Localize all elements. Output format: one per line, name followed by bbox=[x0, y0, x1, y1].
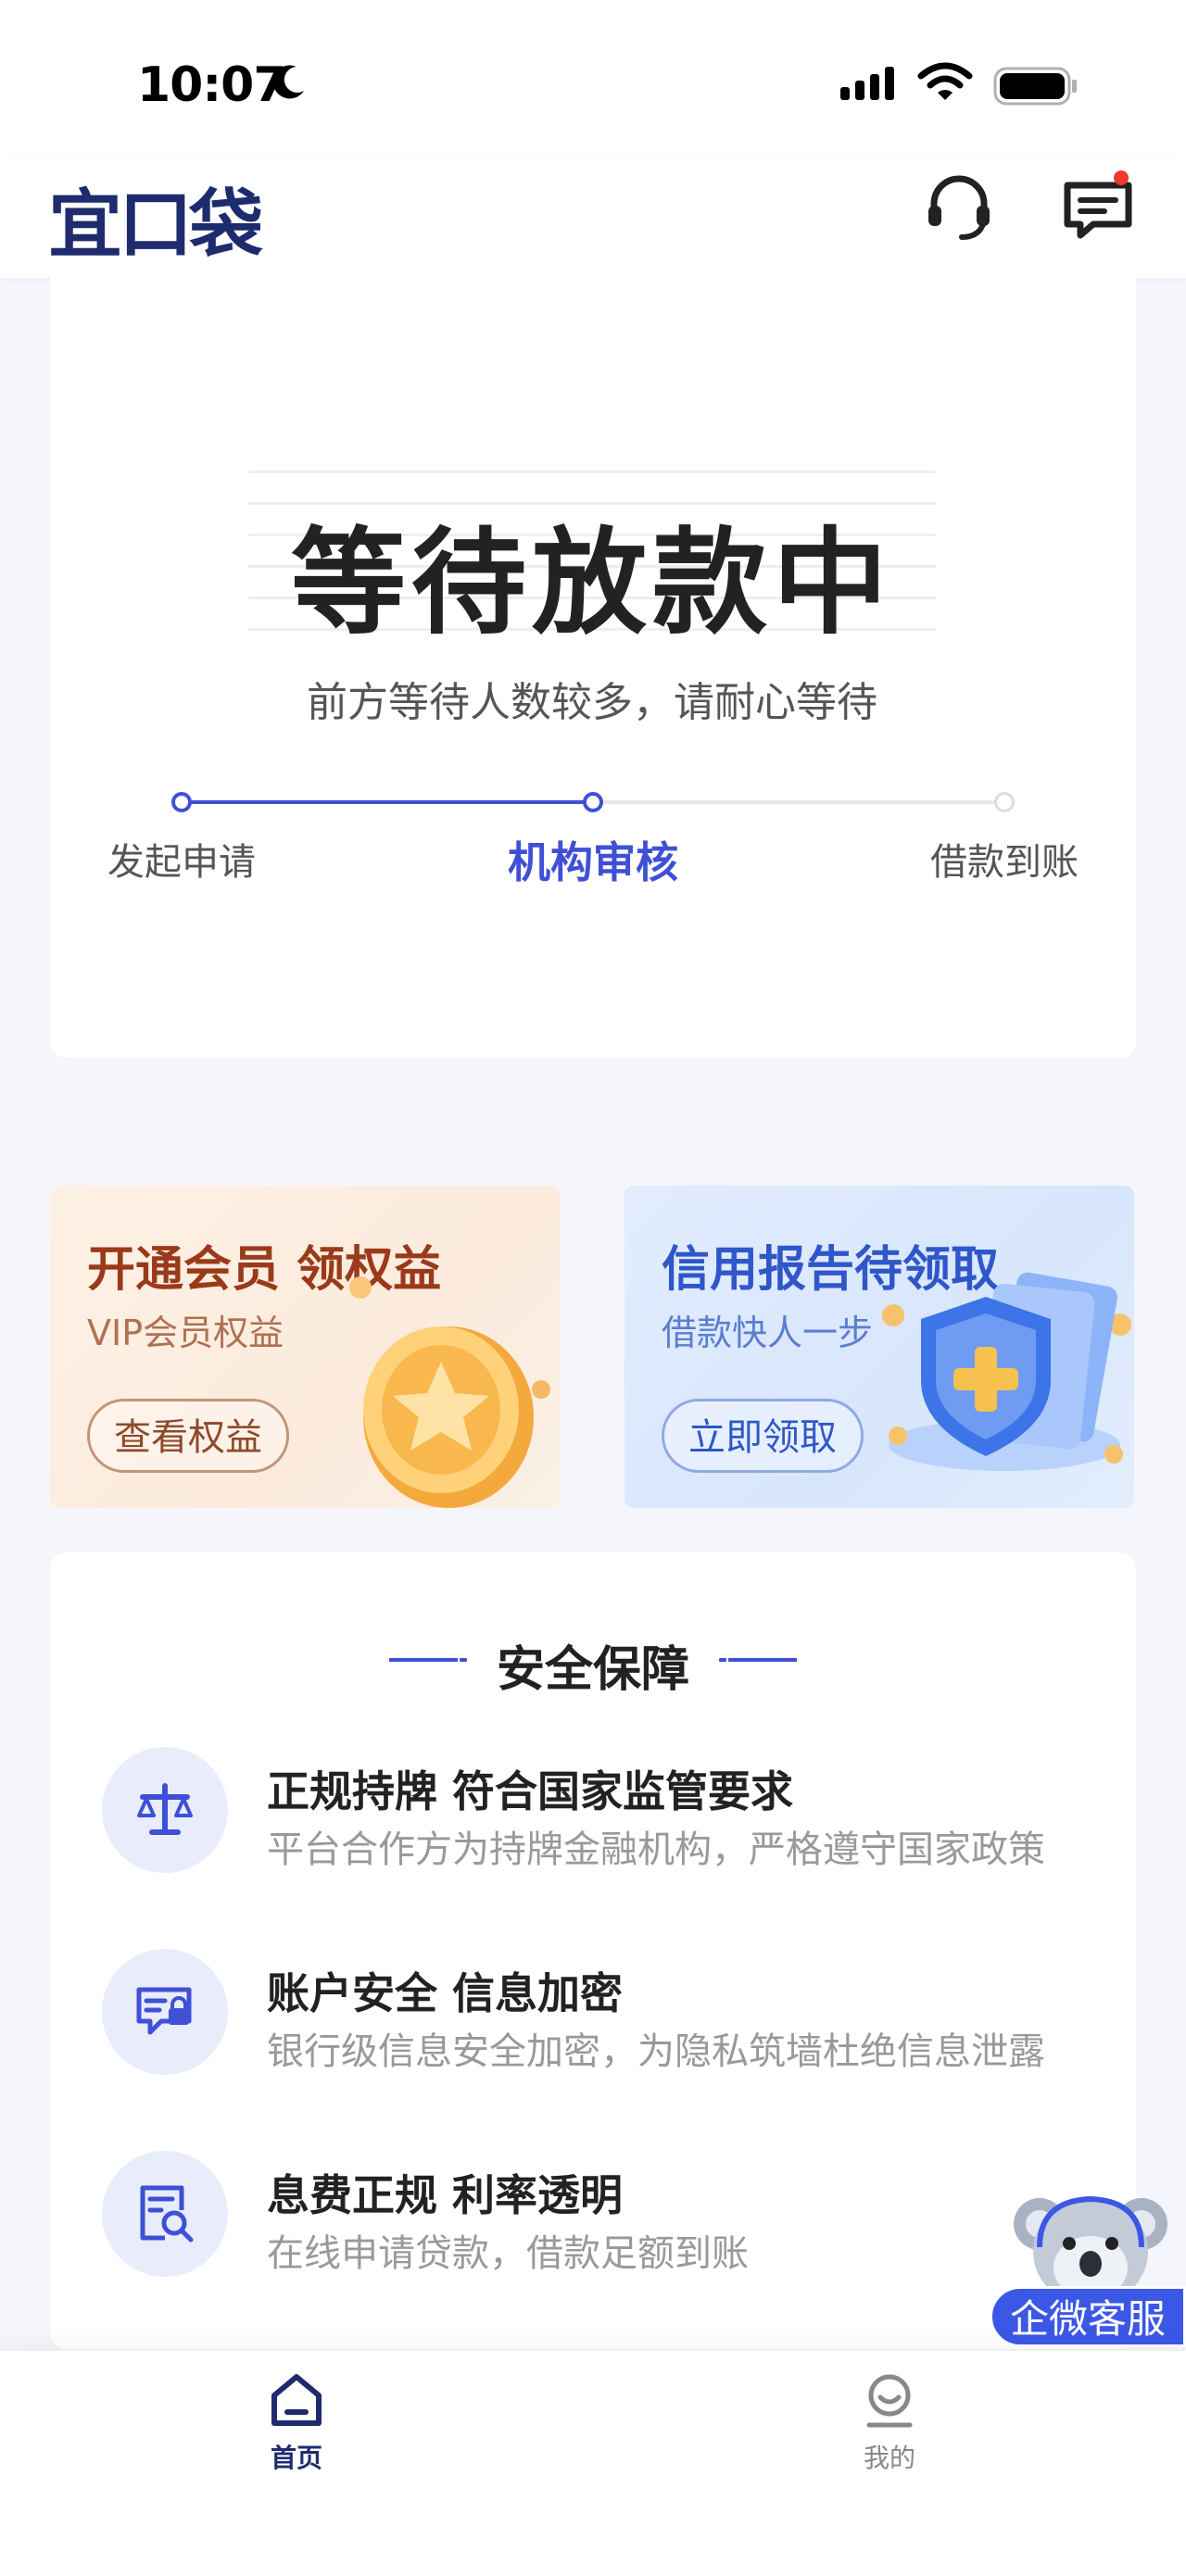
loan-status-card bbox=[50, 278, 1136, 1058]
feature-desc-transparent-fees: 在线申请贷款，借款足额到账 bbox=[267, 2232, 749, 2275]
title-decoration-right bbox=[719, 1658, 797, 1662]
security-title: 安全保障 bbox=[496, 1642, 689, 1698]
credit-promo-subtitle: 借款快人一步 bbox=[662, 1313, 874, 1353]
step-dot-apply bbox=[171, 792, 192, 812]
claim-now-button[interactable]: 立即领取 bbox=[662, 1399, 864, 1473]
view-benefits-button[interactable]: 查看权益 bbox=[87, 1399, 289, 1473]
status-title: 等待放款中 bbox=[290, 517, 893, 650]
balance-scale-icon bbox=[137, 1783, 193, 1835]
progress-track-completed bbox=[182, 800, 593, 804]
vip-promo-card[interactable]: 开通会员 领权益 VIP会员权益 查看权益 bbox=[50, 1186, 560, 1508]
bottom-tab-bar bbox=[0, 2351, 1186, 2576]
step-label-disburse: 借款到账 bbox=[930, 841, 1079, 884]
progress-track-pending bbox=[593, 800, 1004, 804]
home-icon bbox=[271, 2374, 322, 2426]
tab-mine[interactable]: 我的 bbox=[797, 2371, 982, 2475]
document-search-icon bbox=[140, 2185, 194, 2243]
cellular-signal-icon bbox=[840, 67, 894, 100]
messages-button[interactable] bbox=[1056, 165, 1140, 248]
feature-title-transparent-fees: 息费正规 利率透明 bbox=[267, 2170, 624, 2220]
feature-desc-licensed: 平台合作方为持牌金融机构，严格遵守国家政策 bbox=[267, 1828, 1045, 1871]
customer-service-button[interactable] bbox=[917, 165, 1001, 248]
wifi-icon bbox=[917, 62, 973, 100]
app-logo: 宜口袋 bbox=[48, 182, 263, 268]
feature-icon-account-security bbox=[102, 1949, 228, 2075]
gold-coin-icon bbox=[349, 1276, 550, 1508]
tab-home-label: 首页 bbox=[270, 2443, 322, 2473]
moon-icon bbox=[272, 65, 304, 99]
feature-icon-transparent-fees bbox=[102, 2151, 228, 2277]
battery-icon bbox=[993, 67, 1077, 106]
wecom-support-button[interactable]: 企微客服 bbox=[990, 2286, 1186, 2347]
tab-mine-label: 我的 bbox=[863, 2443, 915, 2473]
profile-icon bbox=[866, 2374, 913, 2428]
step-label-apply: 发起申请 bbox=[107, 841, 256, 884]
feature-title-account-security: 账户安全 信息加密 bbox=[267, 1968, 624, 2018]
status-subtitle: 前方等待人数较多，请耐心等待 bbox=[307, 679, 877, 726]
notification-dot bbox=[1114, 170, 1129, 185]
credit-report-promo-card[interactable]: 信用报告待领取 借款快人一步 立即领取 bbox=[625, 1186, 1134, 1508]
step-dot-review bbox=[583, 792, 603, 812]
step-dot-disburse bbox=[994, 792, 1015, 812]
secure-card-icon bbox=[136, 1987, 192, 2035]
shield-icon bbox=[882, 1272, 1131, 1471]
feature-desc-account-security: 银行级信息安全加密，为隐私筑墙杜绝信息泄露 bbox=[267, 2030, 1045, 2073]
feature-title-licensed: 正规持牌 符合国家监管要求 bbox=[267, 1766, 794, 1816]
vip-promo-subtitle: VIP会员权益 bbox=[87, 1313, 284, 1353]
step-label-review: 机构审核 bbox=[508, 837, 678, 887]
tab-home[interactable]: 首页 bbox=[204, 2371, 389, 2475]
headset-icon bbox=[928, 175, 990, 240]
status-time: 10:07 bbox=[137, 57, 287, 113]
feature-icon-licensed bbox=[102, 1747, 228, 1873]
